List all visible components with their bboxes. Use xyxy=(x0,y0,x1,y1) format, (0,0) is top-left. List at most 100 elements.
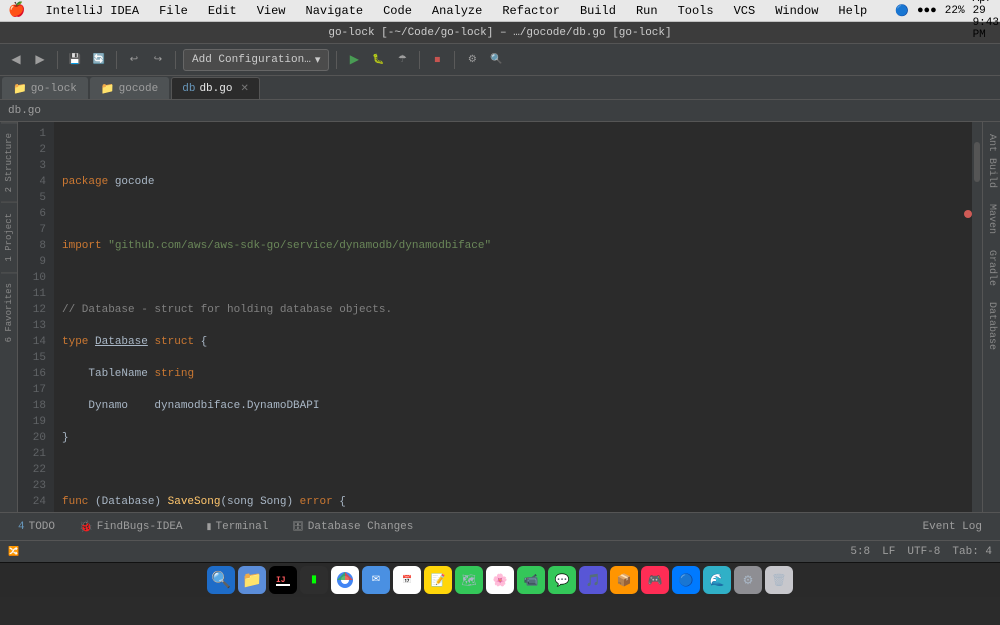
dock-app8[interactable]: 🎵 xyxy=(579,566,607,594)
indent-label: Tab: 4 xyxy=(952,546,992,558)
terminal-tab-label: Terminal xyxy=(216,521,269,533)
right-sidebar: Ant Build Maven Gradle Database xyxy=(982,122,1000,512)
gradle-tab[interactable]: Gradle xyxy=(984,242,999,294)
menu-window[interactable]: Window xyxy=(771,2,822,20)
dock-chrome[interactable] xyxy=(331,566,359,594)
dock-trash[interactable]: 🗑 xyxy=(765,566,793,594)
code-line-1 xyxy=(62,142,956,158)
vertical-scrollbar[interactable] xyxy=(972,122,982,512)
structure-tab[interactable]: 2 Structure xyxy=(1,122,17,202)
code-line-6: // Database - struct for holding databas… xyxy=(62,302,956,318)
tab-label-db-go: db.go xyxy=(199,83,232,95)
menu-tools[interactable]: Tools xyxy=(674,2,718,20)
dock-app11[interactable]: 🔵 xyxy=(672,566,700,594)
dock-finder[interactable]: 🔍 xyxy=(207,566,235,594)
tab-label-go-lock: go-lock xyxy=(31,83,77,95)
debug-button[interactable]: 🐛 xyxy=(368,50,388,70)
dock-app12[interactable]: 🌊 xyxy=(703,566,731,594)
sync-button[interactable]: 🔄 xyxy=(89,50,109,70)
menu-run[interactable]: Run xyxy=(632,2,662,20)
editor-area[interactable]: 1 2 3 4 5 6 7 8 9 10 11 12 13 14 15 16 1… xyxy=(18,122,982,512)
dock-app13[interactable]: ⚙ xyxy=(734,566,762,594)
run-button[interactable]: ▶ xyxy=(344,50,364,70)
menu-code[interactable]: Code xyxy=(379,2,416,20)
event-log-tab[interactable]: Event Log xyxy=(913,515,992,539)
close-tab-icon[interactable]: ✕ xyxy=(240,83,248,95)
svg-text:IJ: IJ xyxy=(276,576,286,585)
menu-intellij[interactable]: IntelliJ IDEA xyxy=(41,2,143,20)
menu-help[interactable]: Help xyxy=(834,2,871,20)
indent-setting[interactable]: Tab: 4 xyxy=(952,546,992,558)
ant-build-tab[interactable]: Ant Build xyxy=(984,126,999,196)
save-all-button[interactable]: 💾 xyxy=(65,50,85,70)
database-changes-tab[interactable]: 🗄 Database Changes xyxy=(282,515,423,539)
dock-notes[interactable]: 📝 xyxy=(424,566,452,594)
dock-photos[interactable]: 🌸 xyxy=(486,566,514,594)
cursor-position[interactable]: 5:8 xyxy=(850,546,870,558)
vcs-status[interactable]: 🔀 xyxy=(8,547,19,557)
cursor-pos-label: 5:8 xyxy=(850,546,870,558)
dock-messages[interactable]: 💬 xyxy=(548,566,576,594)
main-area: 2 Structure 1 Project 6 Favorites 1 2 3 … xyxy=(0,122,1000,512)
back-button[interactable]: ◀ xyxy=(6,50,26,70)
run-config-chevron-icon: ▾ xyxy=(315,53,321,67)
undo-button[interactable]: ↩ xyxy=(124,50,144,70)
dock-terminal[interactable]: ▮ xyxy=(300,566,328,594)
encoding-label: UTF-8 xyxy=(907,546,940,558)
settings-button[interactable]: ⚙ xyxy=(462,50,482,70)
menu-edit[interactable]: Edit xyxy=(204,2,241,20)
nav-breadcrumb: db.go xyxy=(0,100,1000,122)
scroll-thumb[interactable] xyxy=(974,142,980,182)
dock-app10[interactable]: 🎮 xyxy=(641,566,669,594)
menu-analyze[interactable]: Analyze xyxy=(428,2,486,20)
menu-file[interactable]: File xyxy=(155,2,192,20)
file-encoding[interactable]: UTF-8 xyxy=(907,546,940,558)
findbugs-tab-label: FindBugs-IDEA xyxy=(97,521,183,533)
apple-menu-icon[interactable]: 🍎 xyxy=(8,2,25,19)
tab-go-lock[interactable]: 📁 go-lock xyxy=(2,77,88,99)
terminal-tab[interactable]: ▮ Terminal xyxy=(197,515,279,539)
stop-button[interactable]: ⏹ xyxy=(427,50,447,70)
database-tab[interactable]: Database xyxy=(984,294,999,358)
breadcrumb-filename: db.go xyxy=(8,105,41,117)
folder-icon-2: 📁 xyxy=(101,82,115,96)
dock-maps[interactable]: 🗺 xyxy=(455,566,483,594)
dock-app9[interactable]: 📦 xyxy=(610,566,638,594)
dock-folder[interactable]: 📁 xyxy=(238,566,266,594)
dock-calendar[interactable]: 📅 xyxy=(393,566,421,594)
findbugs-tab[interactable]: 🐞 FindBugs-IDEA xyxy=(69,515,193,539)
code-line-3 xyxy=(62,206,956,222)
run-with-coverage-button[interactable]: ☂ xyxy=(392,50,412,70)
menu-view[interactable]: View xyxy=(253,2,290,20)
redo-button[interactable]: ↪ xyxy=(148,50,168,70)
tab-gocode[interactable]: 📁 gocode xyxy=(90,77,169,99)
search-everywhere-button[interactable]: 🔍 xyxy=(486,50,506,70)
dock: 🔍 📁 IJ ▮ ✉ 📅 📝 🗺 🌸 📹 💬 🎵 📦 🎮 🔵 🌊 ⚙ 🗑 xyxy=(0,562,1000,597)
datetime: Mon Apr 29 9:43 PM xyxy=(973,0,999,41)
dock-facetime[interactable]: 📹 xyxy=(517,566,545,594)
menu-vcs[interactable]: VCS xyxy=(730,2,760,20)
menu-navigate[interactable]: Navigate xyxy=(302,2,368,20)
maven-tab[interactable]: Maven xyxy=(984,196,999,242)
title-bar: go-lock [-~/Code/go-lock] – …/gocode/db.… xyxy=(0,22,1000,44)
toolbar-sep-5 xyxy=(419,51,420,69)
line-endings[interactable]: LF xyxy=(882,546,895,558)
bluetooth-icon: 🔵 xyxy=(895,4,909,18)
toolbar: ◀ ▶ 💾 🔄 ↩ ↪ Add Configuration… ▾ ▶ 🐛 ☂ ⏹… xyxy=(0,44,1000,76)
code-line-7: type Database struct { xyxy=(62,334,956,350)
battery-percent: 22% xyxy=(945,5,965,17)
forward-button[interactable]: ▶ xyxy=(30,50,50,70)
todo-tab-label: TODO xyxy=(29,521,55,533)
project-tab[interactable]: 1 Project xyxy=(1,202,17,272)
toolbar-sep-6 xyxy=(454,51,455,69)
tab-db-go[interactable]: db db.go ✕ xyxy=(171,77,260,99)
code-line-10: } xyxy=(62,430,956,446)
dock-intellij[interactable]: IJ xyxy=(269,566,297,594)
favorites-tab[interactable]: 6 Favorites xyxy=(1,272,17,352)
code-editor[interactable]: package gocode import "github.com/aws/aw… xyxy=(54,122,964,512)
run-config-selector[interactable]: Add Configuration… ▾ xyxy=(183,49,329,71)
todo-tab[interactable]: 4 TODO xyxy=(8,515,65,539)
dock-mail[interactable]: ✉ xyxy=(362,566,390,594)
menu-refactor[interactable]: Refactor xyxy=(498,2,564,20)
menu-build[interactable]: Build xyxy=(576,2,620,20)
